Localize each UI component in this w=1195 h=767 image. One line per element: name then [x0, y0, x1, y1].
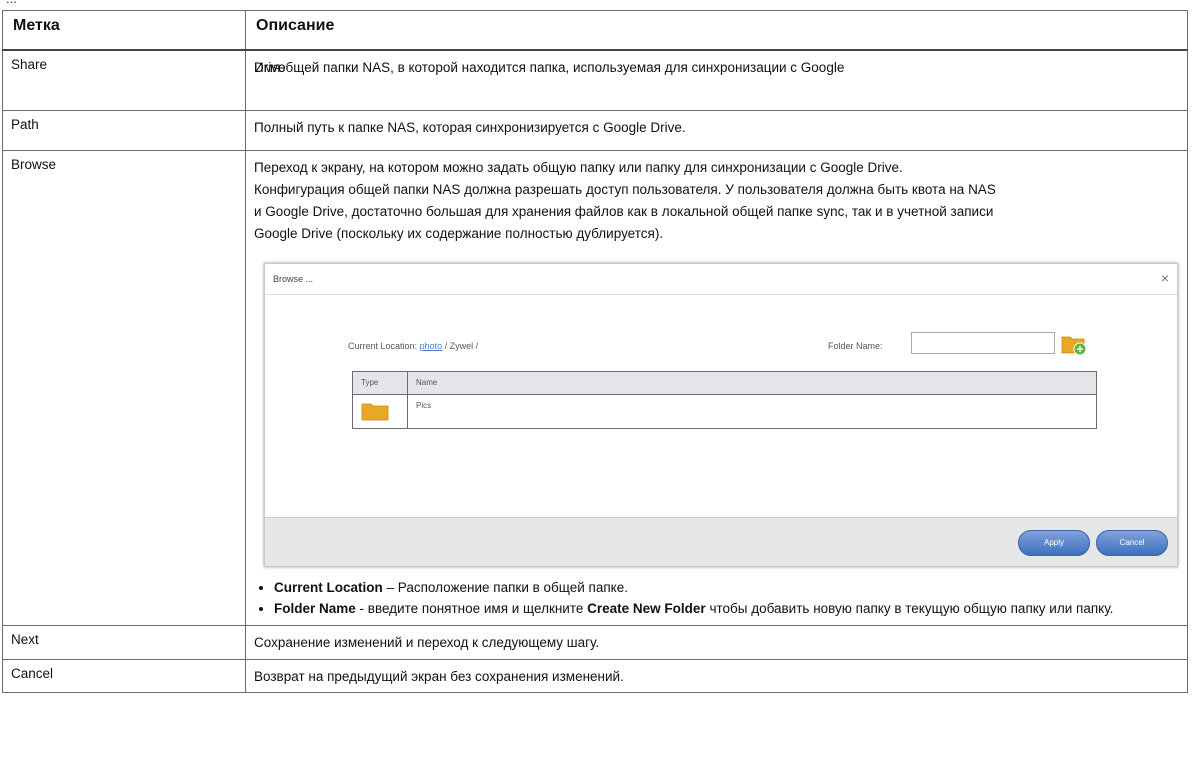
next-description-text: Сохранение изменений и переход к следующ… [254, 634, 600, 650]
row-label: Next [2, 624, 246, 660]
row-description: Сохранение изменений и переход к следующ… [245, 624, 1188, 660]
row-label: Share [2, 49, 246, 111]
row-description: Полный путь к папке NAS, которая синхрон… [245, 109, 1188, 151]
list-item[interactable]: Pics [352, 393, 1097, 429]
folder-name-cell: Pics [407, 393, 1097, 429]
table-row-share: Share Имя Drive общей папки NAS, в котор… [2, 49, 1188, 111]
location-link-photo[interactable]: photo [420, 341, 443, 351]
browse-desc-line-1: Переход к экрану, на котором можно задат… [254, 159, 903, 175]
current-location-label: Current Location: [348, 340, 418, 351]
row-label: Browse [2, 149, 246, 626]
cancel-description-text: Возврат на предыдущий экран без сохранен… [254, 668, 624, 684]
row-label: Path [2, 109, 246, 151]
term-current-location: Current Location [274, 579, 383, 595]
field-notes-list: Current Location – Расположение папки в … [254, 577, 1179, 619]
folder-name-input[interactable] [911, 331, 1055, 354]
term-text: чтобы добавить новую папку в текущую общ… [705, 600, 1114, 616]
table-row-next: Next Сохранение изменений и переход к сл… [2, 624, 1188, 660]
browse-desc-line-4: Google Drive (поскольку их содержание по… [254, 225, 664, 241]
table-row-path: Path Полный путь к папке NAS, которая си… [2, 109, 1188, 151]
term-text: – Расположение папки в общей папке. [382, 579, 628, 595]
list-item: Current Location – Расположение папки в … [274, 577, 1179, 598]
column-header-label: Метка [2, 10, 246, 51]
folder-icon [361, 403, 389, 420]
table-header-row: Метка Описание [2, 10, 1188, 51]
list-item: Folder Name - введите понятное имя и щел… [274, 598, 1179, 619]
dialog-title: Browse ... [273, 273, 314, 284]
folder-list-table: Type Name Pics [352, 370, 1097, 429]
row-description: Имя Drive общей папки NAS, в которой нах… [245, 49, 1188, 111]
term-create-new-folder: Create New Folder [587, 600, 706, 616]
current-location: Current Location: photo / Zywel / [348, 341, 478, 351]
browse-dialog-screenshot: Browse ... × Current Location: photo / Z… [264, 262, 1178, 567]
create-new-folder-icon[interactable] [1061, 332, 1087, 356]
row-description: Возврат на предыдущий экран без сохранен… [245, 658, 1188, 693]
divider [265, 293, 1177, 295]
close-icon[interactable]: × [1161, 270, 1169, 286]
label-description-table: Метка Описание Share Имя Drive общей пап… [2, 10, 1188, 693]
table-row-browse: Browse Переход к экрану, на котором можн… [2, 149, 1188, 626]
col-type: Type [352, 370, 408, 395]
location-path-rest: / Zywel / [442, 340, 479, 351]
cancel-button[interactable]: Cancel [1096, 529, 1168, 556]
share-description-text: общей папки NAS, в которой находится пап… [278, 60, 845, 75]
path-description-text: Полный путь к папке NAS, которая синхрон… [254, 119, 686, 135]
term-text: - введите понятное имя и щелкните [355, 600, 588, 616]
col-name: Name [407, 370, 1097, 395]
row-label: Cancel [2, 658, 246, 693]
column-header-description: Описание [245, 10, 1188, 51]
browse-desc-line-3: и Google Drive, достаточно большая для х… [254, 203, 994, 219]
overlapped-word-drive: Drive [254, 60, 286, 75]
term-folder-name: Folder Name [274, 600, 356, 616]
apply-button[interactable]: Apply [1018, 529, 1090, 556]
folder-list-header: Type Name [352, 370, 1097, 395]
row-description: Переход к экрану, на котором можно задат… [245, 149, 1188, 626]
table-row-cancel: Cancel Возврат на предыдущий экран без с… [2, 658, 1188, 693]
cut-off-header-text: ... [0, 0, 1195, 7]
dialog-footer: Apply Cancel [265, 516, 1177, 566]
folder-type-cell [352, 393, 408, 429]
browse-desc-line-2: Конфигурация общей папки NAS должна разр… [254, 181, 996, 197]
folder-name-label: Folder Name: [828, 340, 883, 351]
